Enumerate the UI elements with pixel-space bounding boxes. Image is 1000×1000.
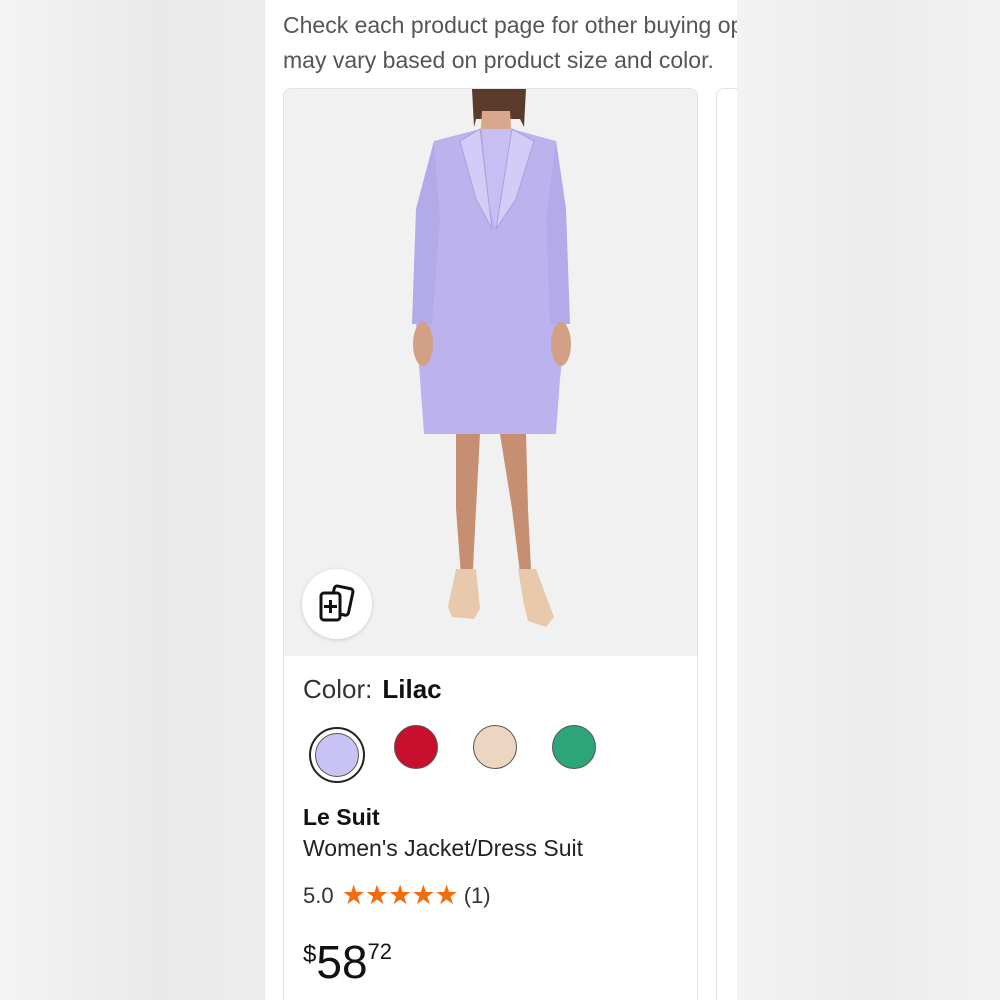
rating-stars: ★ ★ ★ ★ ★ — [341, 880, 459, 910]
color-label: Color: — [303, 674, 373, 704]
selected-color-value: Lilac — [382, 674, 442, 704]
star-icon: ★ — [364, 880, 390, 910]
price-currency: $ — [303, 941, 317, 968]
star-icon: ★ — [434, 880, 459, 910]
product-title[interactable]: Women's Jacket/Dress Suit — [303, 835, 583, 862]
availability-notice-line-2: may vary based on product size and color… — [283, 47, 714, 73]
star-icon: ★ — [411, 880, 436, 910]
availability-notice: Check each product page for other buying… — [283, 8, 737, 78]
background-left — [0, 0, 265, 1000]
swatch-lilac[interactable] — [315, 733, 359, 777]
price-whole: 58 — [316, 936, 368, 988]
add-to-compare-icon — [319, 584, 355, 622]
color-selection: Color: Lilac — [303, 674, 442, 705]
background-right — [737, 0, 1000, 1000]
add-to-compare-button[interactable] — [302, 569, 372, 639]
rating-value: 5.0 — [303, 882, 334, 908]
phone-screen: Check each product page for other buying… — [265, 0, 737, 1000]
star-icon: ★ — [341, 880, 366, 910]
rating-summary[interactable]: 5.0 ★ ★ ★ ★ ★ (1) — [303, 882, 491, 909]
swatch-red[interactable] — [394, 725, 438, 769]
brand-name[interactable]: Le Suit — [303, 804, 380, 831]
swatch-green[interactable] — [552, 725, 596, 769]
price: $ 58 72 — [303, 934, 392, 990]
product-card[interactable]: Color: Lilac Le Suit Women's Jacket/Dress… — [283, 88, 698, 1000]
review-count: (1) — [463, 882, 491, 908]
product-image[interactable] — [284, 89, 697, 656]
next-product-card[interactable] — [716, 88, 737, 1000]
availability-notice-line-1: Check each product page for other buying… — [283, 12, 737, 38]
swatch-beige[interactable] — [473, 725, 517, 769]
star-icon: ★ — [388, 880, 413, 910]
price-fraction: 72 — [367, 939, 393, 964]
